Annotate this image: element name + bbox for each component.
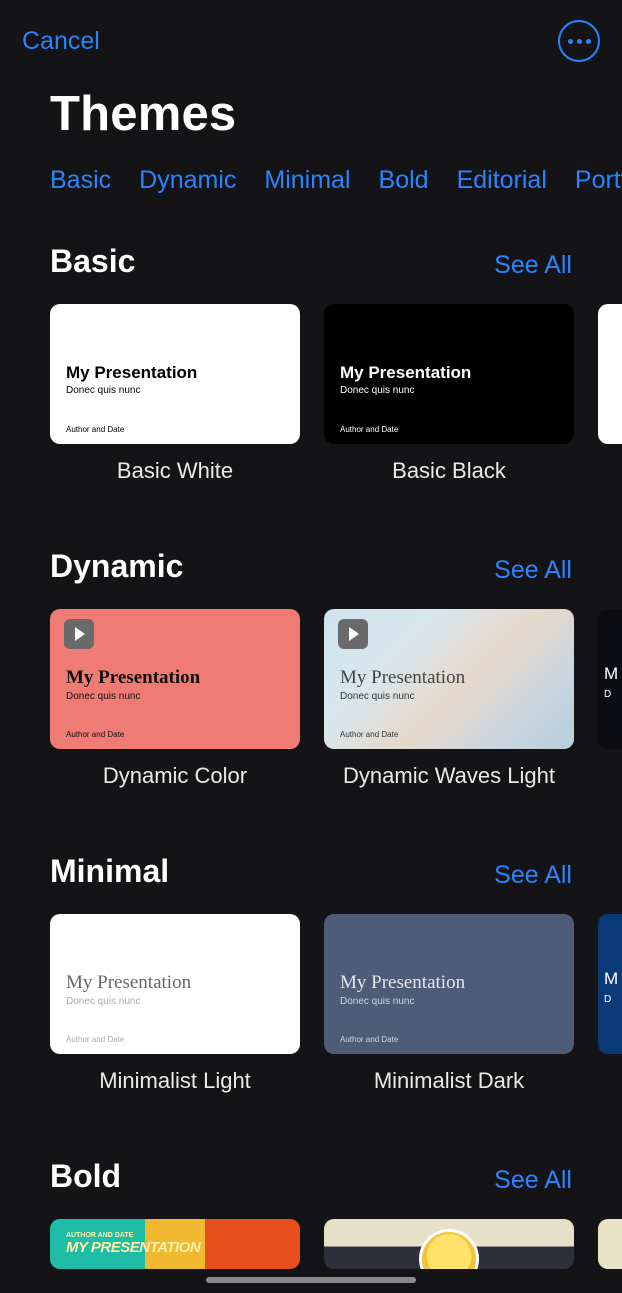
thumb-title: My Presentation: [66, 667, 284, 689]
theme-thumbnail: My Presentation Donec quis nunc Author a…: [50, 304, 300, 444]
section-title-minimal: Minimal: [50, 853, 169, 890]
theme-label: Basic Black: [324, 458, 574, 484]
thumb-subtitle: Donec quis nunc: [340, 996, 558, 1007]
thumb-subtitle: Donec quis nunc: [66, 385, 284, 396]
thumb-subtitle: Donec quis nunc: [66, 996, 284, 1007]
see-all-bold[interactable]: See All: [494, 1166, 572, 1195]
category-tabs: Basic Dynamic Minimal Bold Editorial Por…: [0, 152, 622, 209]
thumb-author: AUTHOR AND DATE: [66, 1232, 284, 1239]
dot-icon: [586, 39, 591, 44]
theme-label: Minimalist Dark: [324, 1068, 574, 1094]
tab-bold[interactable]: Bold: [379, 166, 429, 195]
thumb-subtitle: D: [604, 689, 611, 700]
theme-peek[interactable]: M D: [598, 914, 622, 1094]
theme-label: Minimalist Light: [50, 1068, 300, 1094]
theme-label: Dynamic Color: [50, 763, 300, 789]
theme-thumbnail: [324, 1219, 574, 1269]
tab-minimal[interactable]: Minimal: [264, 166, 350, 195]
theme-bold-1[interactable]: AUTHOR AND DATE MY PRESENTATION: [50, 1219, 300, 1269]
thumb-subtitle: Donec quis nunc: [66, 691, 284, 702]
see-all-basic[interactable]: See All: [494, 251, 572, 280]
section-title-bold: Bold: [50, 1158, 121, 1195]
home-indicator[interactable]: [206, 1277, 416, 1283]
thumb-title: My Presentation: [340, 363, 558, 383]
tab-portfolio[interactable]: Portfolio: [575, 166, 622, 195]
more-options-button[interactable]: [558, 20, 600, 62]
theme-peek[interactable]: [598, 1219, 622, 1269]
thumb-footer: Author and Date: [340, 730, 398, 739]
thumb-subtitle: Donec quis nunc: [340, 691, 558, 702]
theme-thumbnail: My Presentation Donec quis nunc Author a…: [324, 304, 574, 444]
theme-thumbnail: [598, 1219, 622, 1269]
cancel-button[interactable]: Cancel: [22, 27, 100, 56]
sunglasses-icon: [419, 1229, 479, 1269]
theme-minimalist-dark[interactable]: My Presentation Donec quis nunc Author a…: [324, 914, 574, 1094]
dot-icon: [577, 39, 582, 44]
page-title: Themes: [0, 70, 622, 152]
theme-thumbnail: M D: [598, 914, 622, 1054]
section-title-dynamic: Dynamic: [50, 548, 183, 585]
theme-dynamic-waves-light[interactable]: My Presentation Donec quis nunc Author a…: [324, 609, 574, 789]
thumb-title: My Presentation: [66, 972, 284, 994]
see-all-minimal[interactable]: See All: [494, 861, 572, 890]
theme-thumbnail: My Presentation Donec quis nunc Author a…: [50, 914, 300, 1054]
theme-thumbnail: My Presentation Donec quis nunc Author a…: [50, 609, 300, 749]
theme-bold-2[interactable]: [324, 1219, 574, 1269]
thumb-footer: Author and Date: [340, 1035, 398, 1044]
thumb-subtitle: Donec quis nunc: [340, 385, 558, 396]
thumb-footer: Author and Date: [66, 1035, 124, 1044]
thumb-title: My Presentation: [340, 667, 558, 689]
thumb-title: M: [604, 969, 618, 989]
play-icon: [64, 619, 94, 649]
theme-thumbnail: AUTHOR AND DATE MY PRESENTATION: [50, 1219, 300, 1269]
play-icon: [338, 619, 368, 649]
thumb-title: My Presentation: [340, 972, 558, 994]
thumb-title: My Presentation: [66, 363, 284, 383]
thumb-subtitle: D: [604, 994, 611, 1005]
thumb-title: M: [604, 664, 618, 684]
theme-dynamic-color[interactable]: My Presentation Donec quis nunc Author a…: [50, 609, 300, 789]
thumb-footer: Author and Date: [66, 425, 124, 434]
theme-basic-white[interactable]: My Presentation Donec quis nunc Author a…: [50, 304, 300, 484]
thumb-footer: Author and Date: [66, 730, 124, 739]
theme-thumbnail: M D: [598, 609, 622, 749]
tab-dynamic[interactable]: Dynamic: [139, 166, 236, 195]
theme-thumbnail: [598, 304, 622, 444]
thumb-footer: Author and Date: [340, 425, 398, 434]
tab-basic[interactable]: Basic: [50, 166, 111, 195]
theme-thumbnail: My Presentation Donec quis nunc Author a…: [324, 609, 574, 749]
section-title-basic: Basic: [50, 243, 135, 280]
tab-editorial[interactable]: Editorial: [457, 166, 547, 195]
theme-thumbnail: My Presentation Donec quis nunc Author a…: [324, 914, 574, 1054]
thumb-title: MY PRESENTATION: [66, 1239, 284, 1256]
see-all-dynamic[interactable]: See All: [494, 556, 572, 585]
theme-peek[interactable]: [598, 304, 622, 484]
dot-icon: [568, 39, 573, 44]
theme-minimalist-light[interactable]: My Presentation Donec quis nunc Author a…: [50, 914, 300, 1094]
theme-basic-black[interactable]: My Presentation Donec quis nunc Author a…: [324, 304, 574, 484]
theme-label: Basic White: [50, 458, 300, 484]
theme-label: Dynamic Waves Light: [324, 763, 574, 789]
theme-peek[interactable]: M D: [598, 609, 622, 789]
